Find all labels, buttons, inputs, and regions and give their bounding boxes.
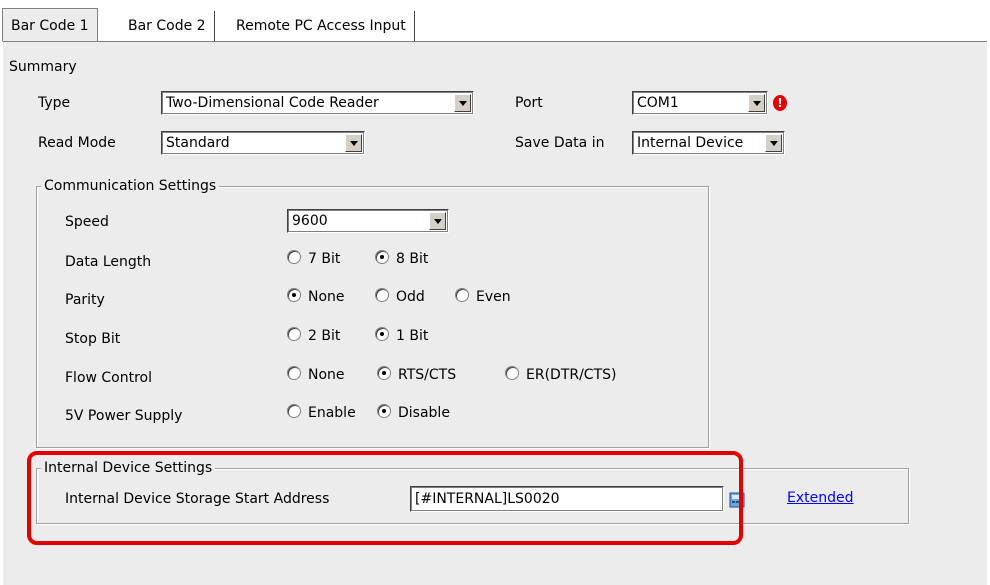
chevron-down-icon[interactable] xyxy=(454,94,471,112)
communication-settings-group: Communication Settings Speed 9600 Data L… xyxy=(36,177,709,448)
chevron-down-icon[interactable] xyxy=(748,94,765,112)
stop-bit-2-radio[interactable]: 2 Bit xyxy=(287,327,340,345)
type-select-value: Two-Dimensional Code Reader xyxy=(166,95,379,111)
power-enable-radio[interactable]: Enable xyxy=(287,404,356,422)
data-length-label: Data Length xyxy=(65,254,152,270)
radio-selected-icon xyxy=(377,404,391,418)
parity-odd-radio[interactable]: Odd xyxy=(375,288,425,306)
type-select[interactable]: Two-Dimensional Code Reader xyxy=(161,91,474,115)
parity-even-radio[interactable]: Even xyxy=(455,288,511,306)
radio-selected-icon xyxy=(375,250,389,264)
highlight-box xyxy=(27,451,743,545)
stop-bit-label: Stop Bit xyxy=(65,331,121,347)
radio-selected-icon xyxy=(375,327,389,341)
parity-label: Parity xyxy=(65,292,105,308)
radio-icon xyxy=(287,366,301,380)
speed-select[interactable]: 9600 xyxy=(287,209,449,233)
port-label: Port xyxy=(515,95,543,111)
radio-icon xyxy=(287,250,301,264)
chevron-down-icon[interactable] xyxy=(429,212,446,230)
flow-rts-cts-radio[interactable]: RTS/CTS xyxy=(377,366,456,384)
port-value: COM1 xyxy=(637,95,679,111)
flow-none-radio[interactable]: None xyxy=(287,366,345,384)
port-select[interactable]: COM1 xyxy=(632,91,768,115)
warning-icon: ! xyxy=(773,95,787,111)
parity-none-radio[interactable]: None xyxy=(287,288,345,306)
speed-value: 9600 xyxy=(292,213,328,229)
save-data-select[interactable]: Internal Device xyxy=(632,131,785,155)
save-data-value: Internal Device xyxy=(637,135,744,151)
radio-icon xyxy=(287,327,301,341)
radio-selected-icon xyxy=(377,366,391,380)
flow-control-label: Flow Control xyxy=(65,370,153,386)
read-mode-label: Read Mode xyxy=(38,135,116,151)
tab-bar-code-1[interactable]: Bar Code 1 xyxy=(2,8,98,42)
communication-settings-title: Communication Settings xyxy=(41,177,220,195)
type-label: Type xyxy=(38,95,71,111)
read-mode-value: Standard xyxy=(166,135,230,151)
chevron-down-icon[interactable] xyxy=(765,134,782,152)
read-mode-select[interactable]: Standard xyxy=(161,131,365,155)
radio-icon xyxy=(455,288,469,302)
data-length-7-radio[interactable]: 7 Bit xyxy=(287,250,340,268)
flow-er-radio[interactable]: ER(DTR/CTS) xyxy=(505,366,617,384)
settings-panel: Summary Type Two-Dimensional Code Reader… xyxy=(2,41,987,585)
radio-icon xyxy=(287,404,301,418)
tab-bar-code-2[interactable]: Bar Code 2 xyxy=(120,11,215,41)
radio-selected-icon xyxy=(287,288,301,302)
tab-remote-pc-access-input[interactable]: Remote PC Access Input xyxy=(228,11,415,41)
radio-icon xyxy=(375,288,389,302)
extended-link[interactable]: Extended xyxy=(787,489,854,507)
power-supply-label: 5V Power Supply xyxy=(65,408,183,424)
save-data-label: Save Data in xyxy=(515,135,605,151)
data-length-8-radio[interactable]: 8 Bit xyxy=(375,250,428,268)
power-disable-radio[interactable]: Disable xyxy=(377,404,450,422)
tab-bar: Bar Code 1 Bar Code 2 Remote PC Access I… xyxy=(0,0,990,42)
radio-icon xyxy=(505,366,519,380)
summary-title: Summary xyxy=(9,59,77,75)
speed-label: Speed xyxy=(65,214,109,230)
chevron-down-icon[interactable] xyxy=(345,134,362,152)
stop-bit-1-radio[interactable]: 1 Bit xyxy=(375,327,428,345)
